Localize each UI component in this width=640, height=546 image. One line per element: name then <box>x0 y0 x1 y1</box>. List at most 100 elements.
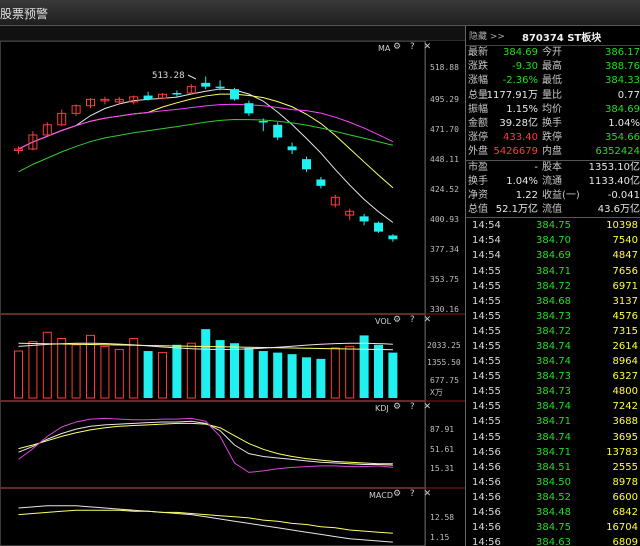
tick-time: 14:55 <box>472 310 501 322</box>
quote-label: 内盘 <box>542 146 562 158</box>
volume-bar <box>215 340 225 398</box>
tick-price: 384.72 <box>536 280 571 292</box>
tick-row[interactable]: 14:56 384.71 13783 <box>466 445 640 460</box>
candle-body <box>201 82 211 87</box>
y-tick-label: 518.88 <box>430 63 459 72</box>
volume-bar <box>302 357 311 398</box>
tick-row[interactable]: 14:55 384.74 3695 <box>466 430 640 445</box>
tick-row[interactable]: 14:55 384.73 4576 <box>466 309 640 324</box>
panel-border <box>0 41 426 314</box>
chart-area[interactable]: 513.28 MA ⚙ ? ✕ VOL ⚙ ? ✕ KDJ ⚙ ? ✕ MACD… <box>0 41 465 546</box>
candle-body <box>172 93 182 95</box>
quote-row: 金额 39.28亿 换手 1.04% <box>466 117 640 131</box>
tick-row[interactable]: 14:56 384.52 6600 <box>466 490 640 505</box>
tick-time: 14:55 <box>472 325 501 337</box>
tick-volume: 6842 <box>612 507 638 519</box>
tick-time: 14:56 <box>472 446 501 458</box>
tick-row[interactable]: 14:55 384.74 7242 <box>466 399 640 414</box>
tick-row[interactable]: 14:55 384.68 3137 <box>466 294 640 309</box>
tick-time: 14:56 <box>472 476 501 488</box>
fundamentals-table: 市盈 - 股本 1353.10亿 换手 1.04% 流通 1133.40亿 净资 1.22 收益(一… <box>466 161 640 219</box>
tick-row[interactable]: 14:55 384.74 2614 <box>466 339 640 354</box>
quote-row: 振幅 1.15% 均价 384.69 <box>466 103 640 117</box>
hide-panel-button[interactable]: 隐藏 >> <box>469 29 505 42</box>
tick-row[interactable]: 14:55 384.73 4800 <box>466 384 640 399</box>
quote-label: 换手 <box>542 117 562 129</box>
quote-label: 流值 <box>542 204 562 216</box>
tick-row[interactable]: 14:56 384.63 6809 <box>466 535 640 546</box>
quote-label: 最新 <box>468 47 488 58</box>
quote-row: 最新 384.69 今开 386.17 <box>466 46 640 60</box>
quote-value: -2.36% <box>502 75 538 87</box>
quote-value: 386.17 <box>605 47 640 58</box>
volume-bar <box>287 354 297 398</box>
tick-price: 384.74 <box>536 341 571 352</box>
y-tick-label: 424.52 <box>430 185 459 194</box>
y-tick-label: 448.11 <box>430 155 459 164</box>
kdj-k-line <box>18 420 393 466</box>
tick-row[interactable]: 14:56 384.51 2555 <box>466 460 640 475</box>
candle-body <box>230 89 239 100</box>
tick-row[interactable]: 14:55 384.71 7656 <box>466 264 640 279</box>
vol-panel-tools[interactable]: ⚙ ? ✕ <box>393 315 434 325</box>
tick-volume: 6971 <box>612 280 638 292</box>
tick-row[interactable]: 14:56 384.50 8978 <box>466 475 640 490</box>
tick-price: 384.73 <box>536 386 571 398</box>
ma-panel-tools[interactable]: ⚙ ? ✕ <box>393 42 434 52</box>
y-tick-label: 677.75 <box>430 376 459 385</box>
macd-panel-tools[interactable]: ⚙ ? ✕ <box>393 489 434 499</box>
quote-value: -0.041 <box>607 189 640 201</box>
tick-price: 384.73 <box>536 371 571 383</box>
quote-value: 0.77 <box>617 89 640 101</box>
tick-volume: 4800 <box>612 386 638 398</box>
volume-bar <box>316 358 326 398</box>
tick-row[interactable]: 14:54 384.70 7540 <box>466 233 640 248</box>
candle-body <box>302 159 311 170</box>
quote-value: 1177.91万 <box>486 89 538 101</box>
quote-row: 涨跌 -9.30 最高 388.76 <box>466 60 640 74</box>
quote-value: 1.15% <box>506 103 538 115</box>
tick-volume: 7242 <box>612 401 638 413</box>
tick-price: 384.70 <box>536 235 571 247</box>
tick-row[interactable]: 14:55 384.72 7315 <box>466 324 640 339</box>
tick-list[interactable]: 14:54 384.75 10398 14:54 384.70 7540 14:54 384.… <box>466 218 640 546</box>
tick-price: 384.71 <box>536 416 571 428</box>
tick-time: 14:56 <box>472 491 501 503</box>
tick-time: 14:54 <box>472 235 501 247</box>
volume-bar <box>258 351 268 398</box>
tick-row[interactable]: 14:56 384.75 16704 <box>466 520 640 535</box>
tick-row[interactable]: 14:55 384.73 6327 <box>466 369 640 384</box>
chart-toolbar <box>0 26 465 41</box>
quote-label: 最高 <box>542 61 562 73</box>
tick-volume: 2555 <box>612 461 638 473</box>
tick-row[interactable]: 14:54 384.75 10398 <box>466 218 640 233</box>
tick-volume: 10398 <box>606 220 638 232</box>
tick-row[interactable]: 14:55 384.72 6971 <box>466 279 640 294</box>
quote-value: 6352424 <box>595 146 640 158</box>
y-tick-label: 400.93 <box>430 215 459 224</box>
volume-bar <box>374 344 383 398</box>
tick-row[interactable]: 14:54 384.69 4847 <box>466 248 640 263</box>
volume-bar <box>158 352 167 399</box>
kline-chart-svg[interactable]: 513.28 <box>0 41 465 546</box>
tick-price: 384.72 <box>536 325 571 337</box>
tick-price: 384.71 <box>536 265 571 277</box>
tick-row[interactable]: 14:55 384.74 8964 <box>466 354 640 369</box>
ma20-line <box>18 103 394 150</box>
tick-row[interactable]: 14:56 384.48 6842 <box>466 505 640 520</box>
macd-dea-line <box>18 509 393 534</box>
window-titlebar: 股票预警 <box>0 0 640 26</box>
volume-bar <box>143 351 153 398</box>
tick-price: 384.75 <box>536 220 571 232</box>
tick-row[interactable]: 14:55 384.71 3688 <box>466 414 640 429</box>
quote-value: 388.76 <box>605 61 640 73</box>
quote-row: 总值 52.1万亿 流值 43.6万亿 <box>466 203 640 217</box>
kdj-panel-tools[interactable]: ⚙ ? ✕ <box>393 402 434 412</box>
kdj-j-line <box>18 417 393 473</box>
volume-bar <box>129 338 139 399</box>
volume-bar <box>100 345 110 399</box>
tick-volume: 8978 <box>612 476 638 488</box>
tick-price: 384.71 <box>536 446 571 458</box>
tick-price: 384.51 <box>536 461 571 473</box>
macd-panel-title: MACD <box>369 491 393 500</box>
